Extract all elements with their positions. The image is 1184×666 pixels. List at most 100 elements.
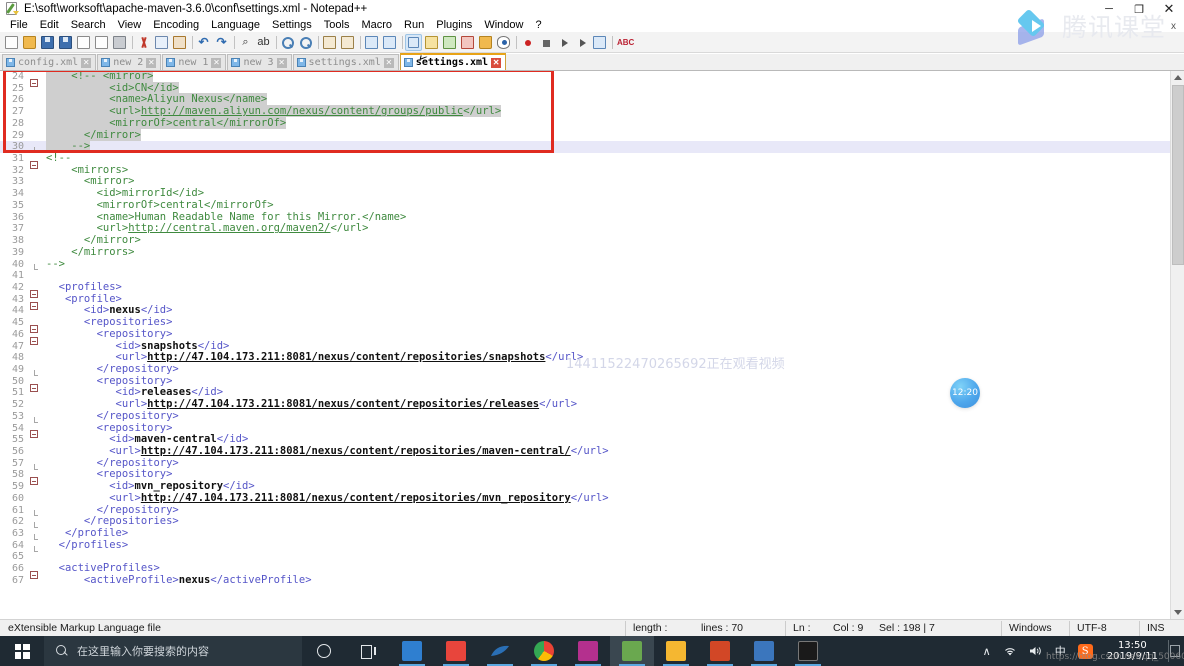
taskbar-app-intellij-idea[interactable] [566,636,610,666]
code-line[interactable]: 42 <profiles> [0,281,1184,298]
tab-new-3-3[interactable]: new 3 ✕ [227,54,292,70]
overlay-close-icon[interactable]: x [1171,21,1176,32]
fold-collapse-icon[interactable] [30,301,38,310]
code-line[interactable]: 44 <id>nexus</id> [0,305,1184,318]
code-line[interactable]: 32 <mirrors> [0,164,1184,177]
start-button[interactable] [0,636,44,666]
menu-item-window[interactable]: Window [478,18,529,32]
code-line[interactable]: 43 <profile> [0,293,1184,310]
fold-collapse-icon[interactable] [30,324,38,333]
fold-collapse-icon[interactable] [30,289,38,298]
tab-new-1-2[interactable]: new 1 ✕ [162,54,227,70]
code-line[interactable]: 29 </mirror> [0,128,1184,142]
tab-new-2-1[interactable]: new 2 ✕ [97,54,162,70]
tab-settings-xml-5[interactable]: settings.xml ✕ [399,53,507,70]
menu-item-run[interactable]: Run [398,18,430,32]
doc-map-icon[interactable] [441,34,458,51]
menu-item-encoding[interactable]: Encoding [147,18,205,32]
close-button[interactable]: ✕ [1154,0,1184,18]
taskbar-app-terminal[interactable] [786,636,830,666]
task-view-button[interactable] [346,636,390,666]
stop-macro-icon[interactable] [537,34,554,51]
code-line[interactable]: 37 <url>http://central.maven.org/maven2/… [0,222,1184,236]
play-macro-icon[interactable] [555,34,572,51]
open-file-icon[interactable] [21,34,38,51]
tab-close-icon[interactable]: ✕ [491,57,502,68]
spell-check-icon[interactable]: ABC [615,34,634,51]
code-line[interactable]: 64 </profiles> [0,539,1184,552]
wifi-icon[interactable] [997,636,1023,666]
fold-collapse-icon[interactable] [30,336,38,345]
tab-close-icon[interactable]: ✕ [146,57,157,68]
code-line[interactable]: 30 --> [0,140,1184,154]
code-line[interactable]: 41 [0,270,1184,282]
new-file-icon[interactable] [3,34,20,51]
menu-item-search[interactable]: Search [65,18,112,32]
menu-item-settings[interactable]: Settings [266,18,318,32]
fold-collapse-icon[interactable] [30,571,38,580]
tab-config-xml-0[interactable]: config.xml ✕ [2,54,97,70]
taskbar-clock[interactable]: 13:50 2019/9/11 [1099,640,1166,662]
tab-settings-xml-4[interactable]: settings.xml ✕ [292,54,399,70]
minimize-button[interactable]: ─ [1094,0,1124,18]
scroll-up-icon[interactable] [1171,71,1184,84]
code-line[interactable]: 40 --> [0,258,1184,271]
vertical-scrollbar[interactable] [1170,71,1184,619]
code-line[interactable]: 67 <activeProfile>nexus</activeProfile> [0,574,1184,587]
maximize-button[interactable]: ❐ [1124,0,1154,18]
sync-vertical-icon[interactable] [321,34,338,51]
find-icon[interactable]: ⌕ [237,34,254,51]
code-editor[interactable]: 24 <!-- <mirror> 25 <id>CN</id> 26 <name>A… [0,71,1184,619]
function-list-icon[interactable] [459,34,476,51]
fold-collapse-icon[interactable] [30,78,38,87]
fold-collapse-icon[interactable] [30,477,38,486]
taskbar-app-remote-desktop[interactable] [390,636,434,666]
taskbar-search-box[interactable]: 在这里输入你要搜索的内容 [44,636,302,666]
undo-icon[interactable]: ↶ [195,34,212,51]
code-line[interactable]: 24 <!-- <mirror> [0,71,1184,87]
menu-item-edit[interactable]: Edit [34,18,65,32]
tab-close-icon[interactable]: ✕ [276,57,287,68]
menu-item-macro[interactable]: Macro [355,18,398,32]
timer-badge[interactable]: 12:20 [950,378,980,408]
taskbar-app-pdf-reader[interactable] [434,636,478,666]
sync-horizontal-icon[interactable] [339,34,356,51]
code-line[interactable]: 57 </repository> [0,457,1184,470]
fold-collapse-icon[interactable] [30,430,38,439]
save-all-icon[interactable] [57,34,74,51]
fold-collapse-icon[interactable] [30,383,38,392]
redo-icon[interactable]: ↷ [213,34,230,51]
code-line[interactable]: 65 [0,551,1184,564]
print-icon[interactable] [111,34,128,51]
code-line[interactable]: 63 </profile> [0,527,1184,540]
tab-close-icon[interactable]: ✕ [81,57,92,68]
menu-item-plugins[interactable]: Plugins [430,18,478,32]
menu-item-tools[interactable]: Tools [318,18,356,32]
cut-icon[interactable] [135,34,152,51]
code-line[interactable]: 28 <mirrorOf>central</mirrorOf> [0,116,1184,130]
volume-icon[interactable] [1023,636,1049,666]
taskbar-app-outlook[interactable] [742,636,786,666]
record-macro-icon[interactable] [519,34,536,51]
taskbar-app-file-explorer[interactable] [654,636,698,666]
taskbar-app-powerpoint[interactable] [698,636,742,666]
ime-indicator[interactable]: 中 [1049,636,1072,666]
indent-guide-icon[interactable] [405,33,422,51]
code-line[interactable]: 53 </repository> [0,410,1184,423]
code-line[interactable]: 49 </repository> [0,363,1184,376]
vertical-scrollbar-thumb[interactable] [1172,85,1184,265]
paste-icon[interactable] [171,34,188,51]
user-language-icon[interactable] [423,34,440,51]
monitoring-icon[interactable] [495,34,512,51]
taskbar-app-wireshark[interactable] [478,636,522,666]
close-all-icon[interactable] [93,34,110,51]
taskbar-app-notepad-plus-plus[interactable] [610,636,654,666]
sogou-input-icon[interactable]: S [1072,636,1099,666]
replace-icon[interactable]: ab [255,34,272,51]
code-line[interactable]: 38 </mirror> [0,234,1184,247]
fold-collapse-icon[interactable] [30,160,38,169]
word-wrap-icon[interactable] [363,34,380,51]
show-all-chars-icon[interactable] [381,34,398,51]
folder-workspace-icon[interactable] [477,34,494,51]
save-icon[interactable] [39,34,56,51]
